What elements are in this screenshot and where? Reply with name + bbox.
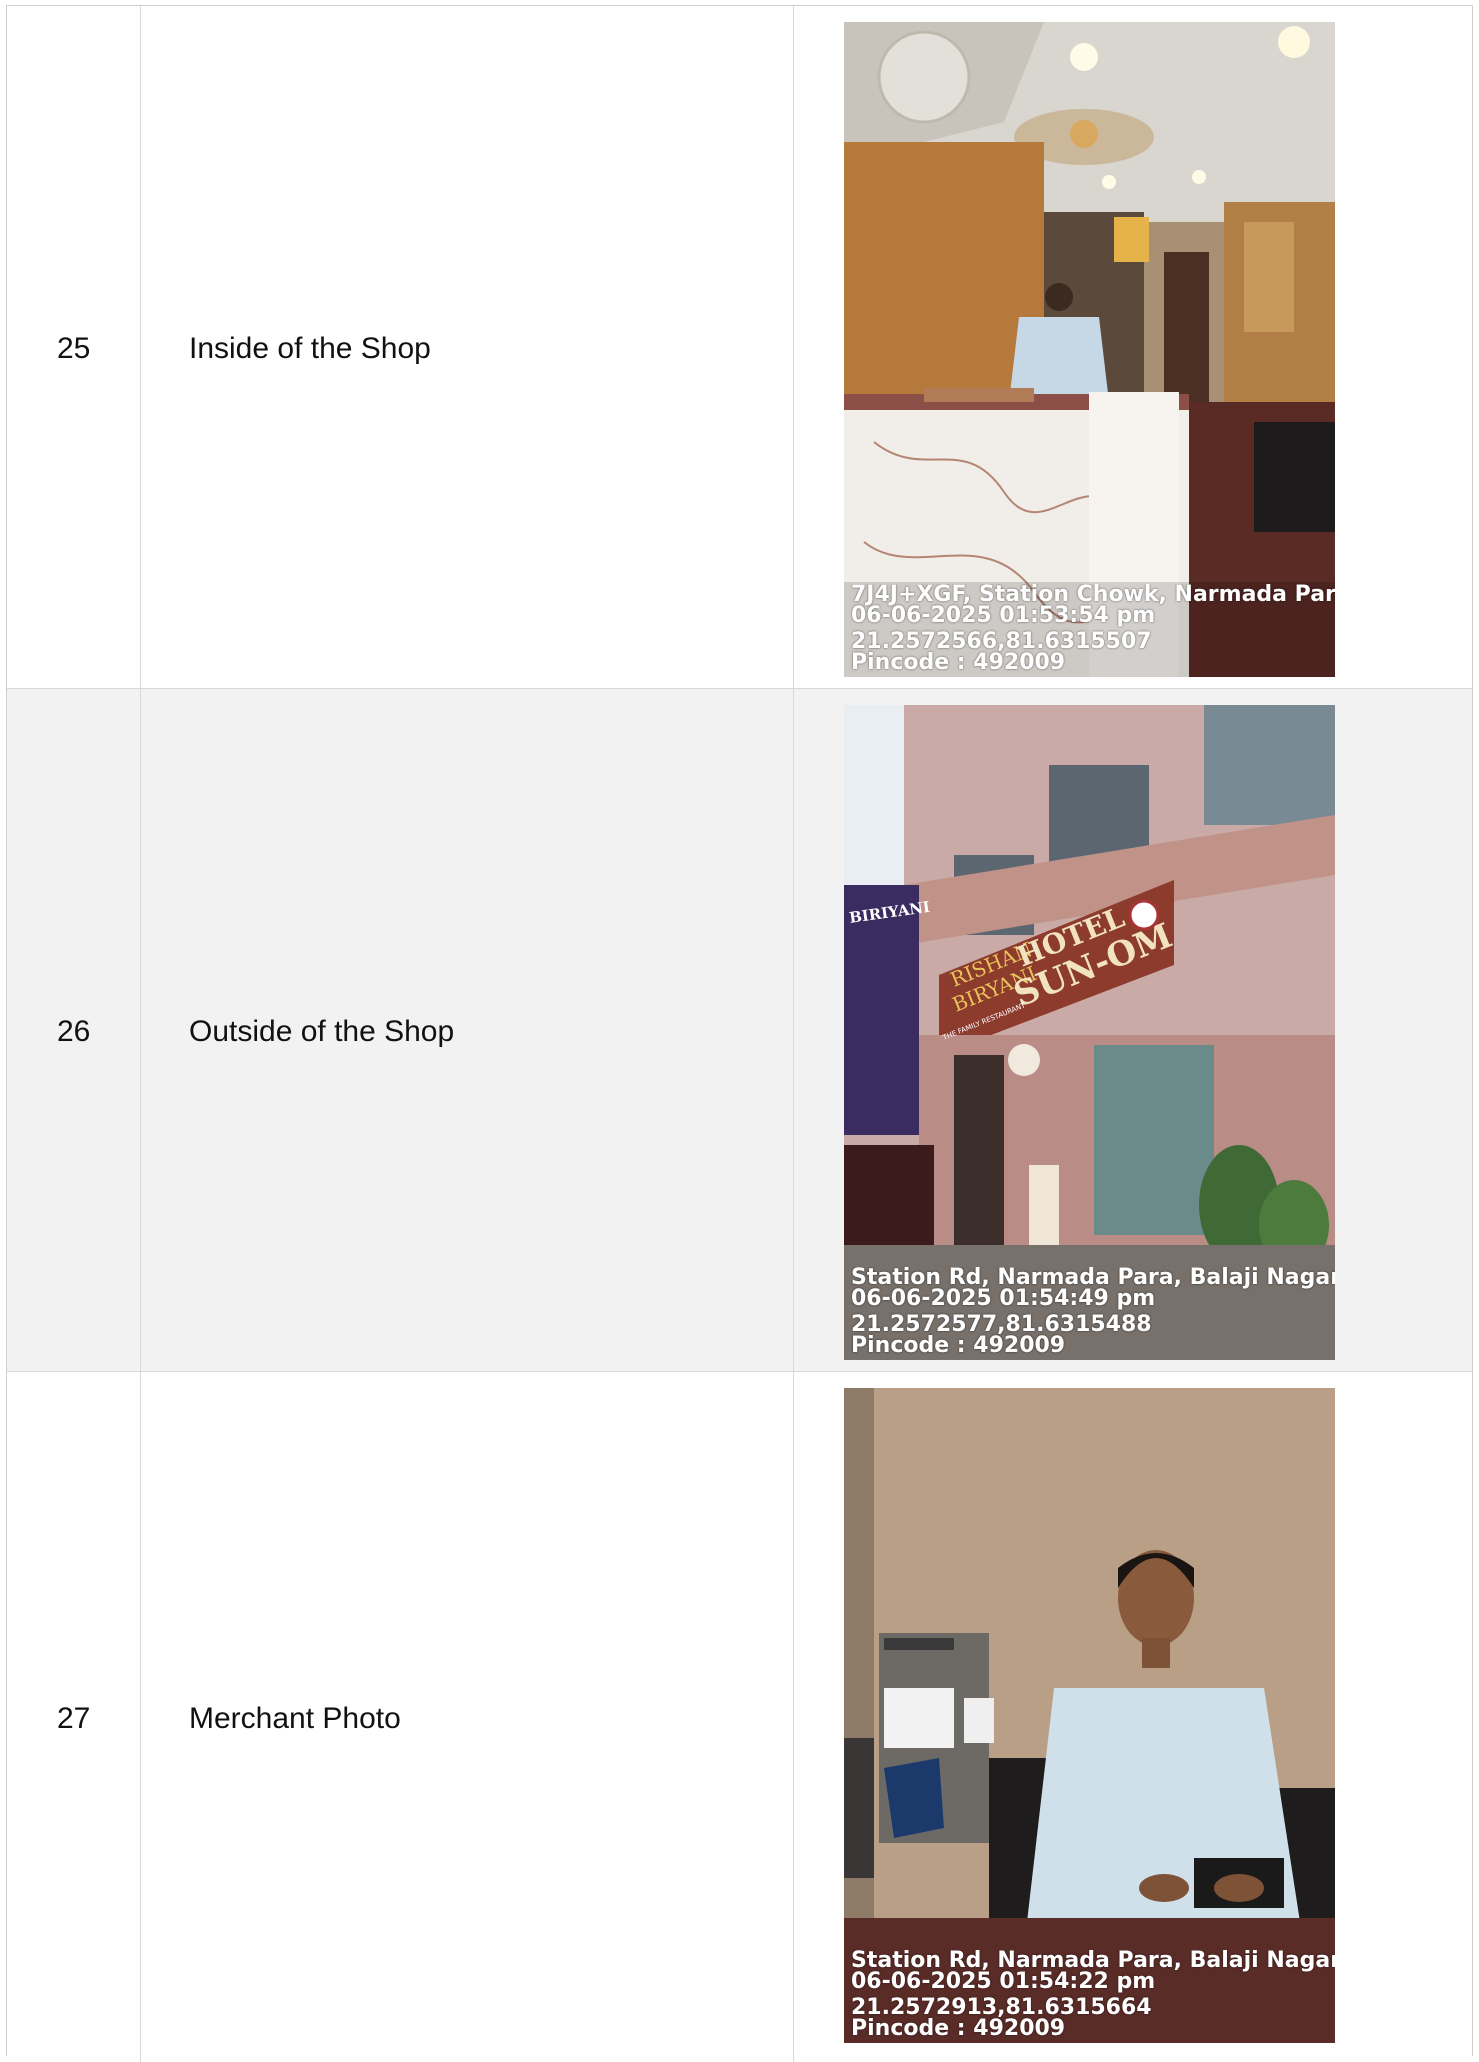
column-divider — [793, 6, 794, 688]
row-label: Merchant Photo — [189, 1702, 401, 1735]
column-divider — [793, 689, 794, 1371]
merchant-photo: Station Rd, Narmada Para, Balaji Nagar, … — [844, 1388, 1335, 2043]
shop-inside-photo: 7J4J+XGF, Station Chowk, Narmada Para, B… — [844, 22, 1335, 677]
geotag-address: Station Rd, Narmada Para, Balaji Nagar, … — [851, 1267, 1335, 1290]
photo-table: 25 Inside of the Shop 7J4J+XGF, Station … — [6, 5, 1473, 2062]
photo-image — [844, 22, 1335, 677]
column-divider — [140, 6, 141, 688]
geotag-coordinates: 21.2572913,81.6315664 — [851, 1995, 1152, 2020]
column-divider — [793, 1372, 794, 2062]
photo-image: BIRIYANI RISHAN BIRYANI HOTEL SUN-OM THE… — [844, 705, 1335, 1360]
geotag-pincode: Pincode : 492009 — [851, 650, 1066, 674]
geotag-address: Station Rd, Narmada Para, Balaji Nagar, … — [851, 1950, 1335, 1973]
table-row: 26 Outside of the Shop BIRIYANI RISHAN B… — [7, 689, 1472, 1372]
table-row: 27 Merchant Photo Station Rd, Narmada Pa… — [7, 1372, 1472, 2062]
geotag-datetime: 06-06-2025 01:54:22 pm — [851, 1969, 1156, 1994]
hotel-logo-icon — [1128, 899, 1160, 931]
photo-geotag-caption: Station Rd, Narmada Para, Balaji Nagar, … — [851, 1950, 1335, 2039]
row-number: 27 — [57, 1702, 91, 1735]
geotag-coordinates: 21.2572577,81.6315488 — [851, 1312, 1152, 1337]
photo-geotag-caption: Station Rd, Narmada Para, Balaji Nagar, … — [851, 1267, 1335, 1356]
geotag-pincode: Pincode : 492009 — [851, 2016, 1066, 2040]
row-label: Outside of the Shop — [189, 1015, 455, 1048]
geotag-coordinates: 21.2572566,81.6315507 — [851, 629, 1152, 654]
row-number: 25 — [57, 332, 91, 365]
geotag-address: 7J4J+XGF, Station Chowk, Narmada Para, B… — [851, 584, 1335, 607]
geotag-datetime: 06-06-2025 01:54:49 pm — [851, 1286, 1156, 1311]
photo-geotag-caption: 7J4J+XGF, Station Chowk, Narmada Para, B… — [851, 584, 1335, 673]
row-number: 26 — [57, 1015, 91, 1048]
geotag-pincode: Pincode : 492009 — [851, 1333, 1066, 1357]
row-label: Inside of the Shop — [189, 332, 431, 365]
table-row: 25 Inside of the Shop 7J4J+XGF, Station … — [7, 6, 1472, 689]
geotag-datetime: 06-06-2025 01:53:54 pm — [851, 603, 1156, 628]
shop-outside-photo: BIRIYANI RISHAN BIRYANI HOTEL SUN-OM THE… — [844, 705, 1335, 1360]
column-divider — [140, 689, 141, 1371]
photo-image — [844, 1388, 1335, 2043]
column-divider — [140, 1372, 141, 2062]
